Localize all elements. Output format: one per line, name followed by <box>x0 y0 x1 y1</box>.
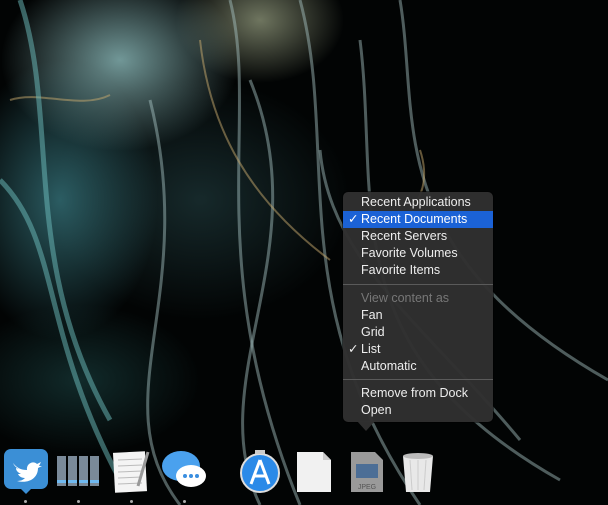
menu-item-label: Favorite Volumes <box>361 246 458 260</box>
dock: JPEG <box>0 440 608 505</box>
menu-item-label: Automatic <box>361 359 417 373</box>
running-indicator <box>24 500 27 503</box>
dock-app-server-racks[interactable] <box>55 448 101 494</box>
menu-item-recent-documents[interactable]: ✓ Recent Documents <box>343 211 493 228</box>
menu-item-label: Recent Servers <box>361 229 448 243</box>
textedit-icon <box>112 451 150 493</box>
dock-app-textedit[interactable] <box>108 448 154 494</box>
dock-app-app-store[interactable] <box>237 448 283 494</box>
menu-item-grid[interactable]: Grid <box>343 324 493 341</box>
jpeg-label: JPEG <box>358 484 376 491</box>
dock-trash[interactable] <box>395 448 441 494</box>
dock-app-messages[interactable] <box>161 448 207 494</box>
running-indicator <box>183 500 186 503</box>
menu-item-label: Fan <box>361 308 383 322</box>
menu-item-favorite-volumes[interactable]: Favorite Volumes <box>343 245 493 262</box>
menu-item-label: List <box>361 342 381 356</box>
menu-item-open[interactable]: Open <box>343 402 493 419</box>
jpeg-file-icon: JPEG <box>351 452 383 492</box>
jellyfish-tentacles <box>0 0 608 505</box>
document-icon <box>297 452 331 492</box>
menu-item-automatic[interactable]: Automatic <box>343 358 493 375</box>
menu-item-favorite-items[interactable]: Favorite Items <box>343 262 493 279</box>
messages-icon <box>162 451 206 487</box>
dock-stack-document[interactable] <box>291 448 337 494</box>
dock-app-twitter[interactable] <box>3 448 49 494</box>
checkmark-icon: ✓ <box>348 342 359 356</box>
menu-item-label: Remove from Dock <box>361 386 468 400</box>
menu-item-label: Recent Documents <box>361 212 468 226</box>
menu-item-label: Grid <box>361 325 385 339</box>
dock-context-menu: Recent Applications ✓ Recent Documents Re… <box>343 192 493 422</box>
menu-separator <box>343 379 493 380</box>
menu-item-label: Favorite Items <box>361 263 441 277</box>
running-indicator <box>130 500 133 503</box>
menu-pointer <box>357 421 375 431</box>
server-racks-icon <box>57 456 99 486</box>
menu-item-recent-applications[interactable]: Recent Applications <box>343 194 493 211</box>
dock-stack-jpeg[interactable]: JPEG <box>343 448 389 494</box>
menu-item-recent-servers[interactable]: Recent Servers <box>343 228 493 245</box>
app-store-icon <box>240 450 280 493</box>
menu-item-remove-from-dock[interactable]: Remove from Dock <box>343 385 493 402</box>
running-indicator <box>77 500 80 503</box>
twitter-icon <box>4 449 48 494</box>
menu-item-fan[interactable]: Fan <box>343 307 493 324</box>
menu-item-list[interactable]: ✓ List <box>343 341 493 358</box>
checkmark-icon: ✓ <box>348 212 359 226</box>
menu-header-label: View content as <box>361 291 450 305</box>
trash-icon <box>403 453 433 492</box>
menu-item-label: Recent Applications <box>361 195 471 209</box>
menu-item-label: Open <box>361 403 392 417</box>
desktop-wallpaper <box>0 0 608 505</box>
menu-separator <box>343 284 493 285</box>
view-content-header: View content as <box>343 290 493 307</box>
